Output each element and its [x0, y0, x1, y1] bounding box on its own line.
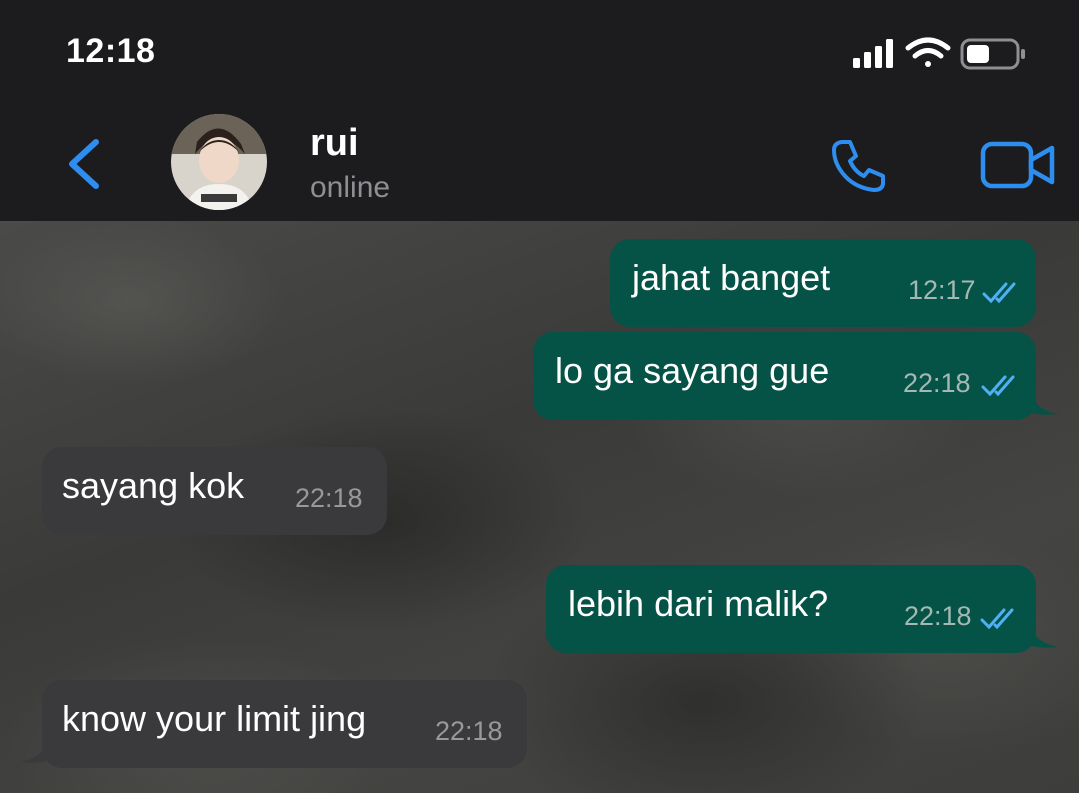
double-check-icon: [980, 608, 1014, 630]
message-bubble-outgoing[interactable]: lo ga sayang gue 22:18: [533, 332, 1058, 420]
contact-name[interactable]: rui: [310, 122, 359, 165]
avatar[interactable]: [171, 114, 267, 210]
contact-status: online: [310, 171, 391, 204]
wifi-icon: [905, 37, 951, 67]
message-bubble-outgoing[interactable]: jahat banget 12:17: [610, 239, 1036, 327]
status-icons: [853, 37, 1025, 70]
double-check-icon: [981, 375, 1015, 397]
message-text: know your limit jing: [62, 698, 367, 739]
message-bubble-incoming[interactable]: sayang kok 22:18: [42, 447, 387, 535]
chat-messages[interactable]: jahat banget 12:17 lo ga sayang gue 22:1…: [0, 221, 1079, 793]
message-text: jahat banget: [632, 257, 831, 298]
message-time: 12:17: [908, 275, 976, 305]
chat-header: rui online: [0, 100, 1079, 221]
bubble-tail: [1028, 388, 1058, 415]
message-time: 22:18: [903, 368, 971, 398]
message-time: 22:18: [435, 716, 503, 746]
bubble-tail: [1028, 621, 1058, 648]
message-text: lo ga sayang gue: [555, 350, 830, 391]
message-time: 22:18: [295, 483, 363, 513]
message-bubble-outgoing[interactable]: lebih dari malik? 22:18: [546, 565, 1058, 653]
status-bar: 12:18: [0, 0, 1079, 100]
status-time: 12:18: [66, 32, 156, 70]
message-time: 22:18: [904, 601, 972, 631]
phone-icon[interactable]: [828, 136, 888, 196]
video-camera-icon[interactable]: [980, 140, 1056, 190]
double-check-icon: [982, 282, 1016, 304]
battery-icon: [960, 38, 1025, 70]
signal-icon: [853, 39, 893, 68]
message-text: lebih dari malik?: [568, 583, 829, 624]
back-chevron-icon[interactable]: [62, 136, 110, 192]
message-text: sayang kok: [62, 465, 245, 506]
message-bubble-incoming[interactable]: know your limit jing 22:18: [20, 680, 527, 768]
bubble-tail: [20, 736, 50, 763]
